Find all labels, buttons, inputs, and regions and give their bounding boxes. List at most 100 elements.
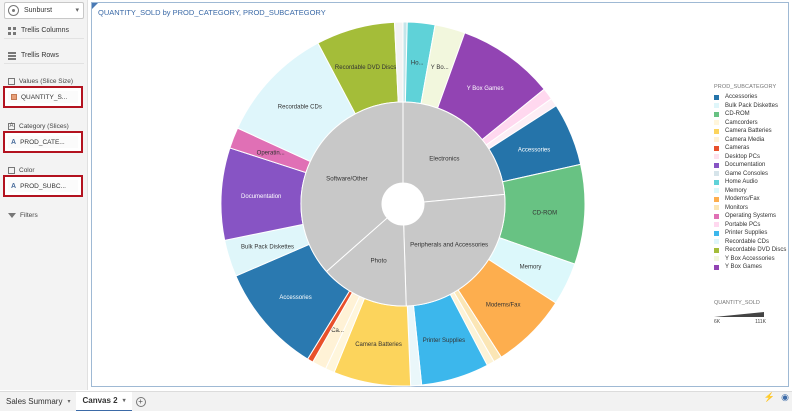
legend-label: Home Audio xyxy=(725,179,758,186)
legend-swatch xyxy=(714,137,719,143)
subcategory-label: Bulk Pack Diskettes xyxy=(241,244,294,250)
legend-item[interactable]: Y Box Games xyxy=(714,263,789,272)
legend-item[interactable]: Game Consoles xyxy=(714,170,789,179)
category-section-label: Category (Slices) xyxy=(19,122,69,130)
values-field-label: QUANTITY_S... xyxy=(21,93,68,101)
legend-swatch xyxy=(714,247,719,253)
legend-swatch xyxy=(714,103,719,109)
legend-swatch xyxy=(714,111,719,117)
category-label: Peripherals and Accessories xyxy=(410,242,488,249)
legend-label: Y Box Games xyxy=(725,264,762,271)
legend-item[interactable]: Bulk Pack Diskettes xyxy=(714,102,789,111)
category-label: Software/Other xyxy=(326,176,368,183)
sunburst-center-hole xyxy=(382,183,424,225)
legend-label: Modems/Fax xyxy=(725,196,760,203)
legend-label: Recordable DVD Discs xyxy=(725,247,787,254)
legend-item[interactable]: Recordable DVD Discs xyxy=(714,246,789,255)
sunburst-icon xyxy=(8,5,19,16)
legend-item[interactable]: Y Box Accessories xyxy=(714,255,789,264)
legend-label: Recordable CDs xyxy=(725,238,770,245)
color-field-label: PROD_SUBC... xyxy=(20,182,66,190)
subcategory-label: Operatin... xyxy=(257,150,285,156)
attribute-icon: A xyxy=(11,138,17,146)
preview-eye-icon[interactable]: ◉ xyxy=(781,392,789,403)
attribute-icon: A xyxy=(11,182,17,190)
legend-item[interactable]: Camera Media xyxy=(714,136,789,145)
refresh-icon[interactable]: ⚡ xyxy=(764,392,775,403)
legend-swatch xyxy=(714,145,719,151)
legend-swatch xyxy=(714,162,719,168)
legend-label: CD-ROM xyxy=(725,111,750,118)
legend-swatch xyxy=(714,264,719,270)
visualization-canvas[interactable]: QUANTITY_SOLD by PROD_CATEGORY, PROD_SUB… xyxy=(91,2,789,387)
legend-item[interactable]: Memory xyxy=(714,187,789,196)
legend-title: PROD_SUBCATEGORY xyxy=(714,84,777,90)
subcategory-label: Documentation xyxy=(241,194,281,200)
legend-item[interactable]: Desktop PCs xyxy=(714,153,789,162)
legend-label: Cameras xyxy=(725,145,750,152)
visualization-type-select[interactable]: Sunburst ▾ xyxy=(4,2,84,19)
subcategory-label: Accessories xyxy=(279,295,311,301)
category-field-label: PROD_CATE... xyxy=(20,138,65,146)
tab-label: Sales Summary xyxy=(6,397,63,406)
legend-label: Memory xyxy=(725,187,747,194)
legend-swatch xyxy=(714,230,719,236)
legend-item[interactable]: CD-ROM xyxy=(714,110,789,119)
chevron-down-icon: ▾ xyxy=(75,7,79,14)
tab-canvas-2[interactable]: Canvas 2 ▾ xyxy=(76,391,132,411)
grammar-panel: Sunburst ▾ Trellis Columns Trellis Rows … xyxy=(0,0,88,390)
legend-label: Monitors xyxy=(725,204,749,211)
canvas-tools: ⚡ ◉ xyxy=(764,392,789,403)
legend-item[interactable]: Recordable CDs xyxy=(714,238,789,247)
legend-label: Camcorders xyxy=(725,119,758,126)
chevron-down-icon[interactable]: ▾ xyxy=(123,397,126,404)
legend-label: Desktop PCs xyxy=(725,153,761,160)
legend-item[interactable]: Portable PCs xyxy=(714,221,789,230)
add-canvas-icon[interactable]: + xyxy=(135,396,146,407)
legend-item[interactable]: Operating Systems xyxy=(714,212,789,221)
legend-swatch xyxy=(714,94,719,100)
values-highlight-box: QUANTITY_S... xyxy=(3,86,83,108)
filters-dropzone[interactable]: Filters xyxy=(4,208,84,222)
legend-label: Game Consoles xyxy=(725,170,769,177)
sunburst-chart[interactable]: Ho... Y Bo... Y Box Games Accessories CD-ROM… xyxy=(92,3,712,388)
values-field-pill[interactable]: QUANTITY_S... xyxy=(8,91,78,103)
chevron-down-icon[interactable]: ▾ xyxy=(67,398,70,405)
values-icon xyxy=(8,77,15,85)
color-highlight-box: A PROD_SUBC... xyxy=(3,175,83,197)
legend-swatch xyxy=(714,222,719,228)
trellis-columns-dropzone[interactable]: Trellis Columns xyxy=(4,23,84,39)
subcategory-label: Recordable CDs xyxy=(278,104,322,110)
trellis-rows-dropzone[interactable]: Trellis Rows xyxy=(4,48,84,64)
category-label: Photo xyxy=(370,257,387,264)
size-legend-min: 6K xyxy=(714,319,721,325)
legend-label: Operating Systems xyxy=(725,213,777,220)
legend-item[interactable]: Accessories xyxy=(714,93,789,102)
legend-item[interactable]: Documentation xyxy=(714,161,789,170)
color-field-pill[interactable]: A PROD_SUBC... xyxy=(8,180,78,192)
size-legend-wedge xyxy=(714,312,764,317)
category-field-pill[interactable]: A PROD_CATE... xyxy=(8,136,78,148)
legend-item[interactable]: Camera Batteries xyxy=(714,127,789,136)
legend-item[interactable]: Printer Supplies xyxy=(714,229,789,238)
size-legend: QUANTITY_SOLD 6K 111K xyxy=(714,300,774,325)
legend-swatch xyxy=(714,154,719,160)
legend-label: Camera Batteries xyxy=(725,128,772,135)
color-section-label: Color xyxy=(19,166,35,174)
tab-sales-summary[interactable]: Sales Summary ▾ xyxy=(0,392,76,411)
subcategory-label: Modems/Fax xyxy=(486,303,521,309)
legend-label: Bulk Pack Diskettes xyxy=(725,102,779,109)
legend-item[interactable]: Home Audio xyxy=(714,178,789,187)
legend-item[interactable]: Camcorders xyxy=(714,119,789,128)
legend-item[interactable]: Cameras xyxy=(714,144,789,153)
legend-swatch xyxy=(714,171,719,177)
legend-swatch xyxy=(714,179,719,185)
subcategory-label: Y Box Games xyxy=(467,86,504,92)
legend-label: Portable PCs xyxy=(725,221,761,228)
legend-item[interactable]: Modems/Fax xyxy=(714,195,789,204)
legend-swatch xyxy=(714,205,719,211)
subcategory-label: Printer Supplies xyxy=(423,338,465,344)
legend-item[interactable]: Monitors xyxy=(714,204,789,213)
rows-icon xyxy=(8,51,16,60)
size-legend-title: QUANTITY_SOLD xyxy=(714,300,760,306)
